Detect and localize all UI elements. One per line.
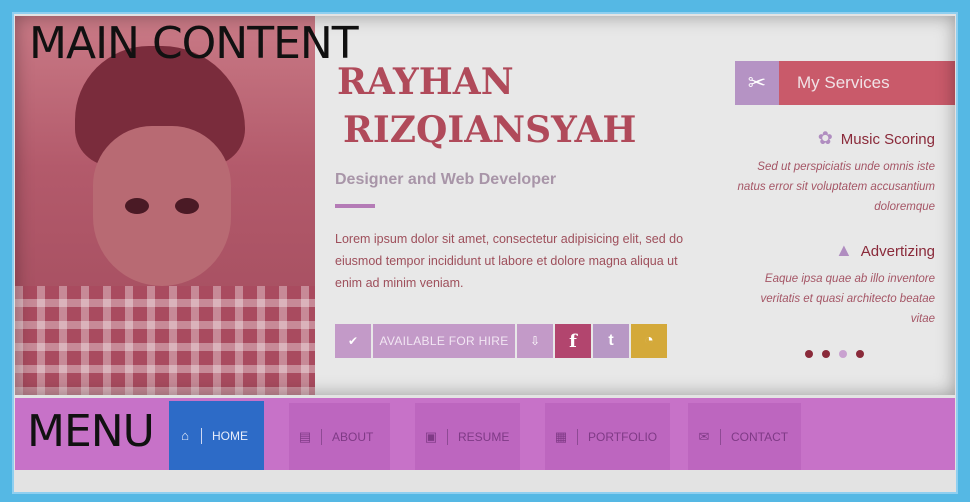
profile-description: Lorem ipsum dolor sit amet, consectetur … [335, 232, 684, 290]
tools-icon: ✂ [735, 61, 779, 105]
slider-dots [805, 350, 864, 358]
divider [335, 204, 375, 208]
nav-about[interactable]: ▤ ABOUT [289, 403, 390, 470]
main-content: RAYHAN RIZQIANSYAH Designer and Web Deve… [15, 16, 955, 395]
music-icon: ✿ [817, 128, 833, 148]
nav-label: ABOUT [332, 429, 374, 444]
nav-label: CONTACT [731, 429, 789, 444]
first-name: RAYHAN [337, 61, 514, 103]
service-item: ▲ Advertizing Eaque ipsa quae ab illo inv… [735, 240, 935, 329]
portfolio-icon: ▦ [554, 428, 568, 444]
service-title: Advertizing [860, 243, 935, 260]
action-bar: ✔ AVAILABLE FOR HIRE ⇩ f t ◔ [335, 324, 667, 358]
services-title: My Services [797, 73, 890, 92]
services-header: ✂ My Services [735, 61, 955, 105]
facebook-icon[interactable]: f [555, 324, 591, 358]
service-title: Music Scoring [840, 131, 935, 148]
profile-photo [15, 16, 315, 395]
main-content-label: MAIN CONTENT [29, 18, 359, 69]
slider-dot[interactable] [805, 350, 813, 358]
nav-contact[interactable]: ✉ CONTACT [688, 403, 801, 470]
rss-icon[interactable]: ◔ [631, 324, 667, 358]
slider-dot[interactable] [839, 350, 847, 358]
download-icon[interactable]: ⇩ [517, 324, 553, 358]
nav-label: PORTFOLIO [588, 429, 658, 444]
about-icon: ▤ [298, 428, 312, 444]
home-icon: ⌂ [181, 428, 189, 443]
profile-role: Designer and Web Developer [335, 171, 557, 188]
service-item: ✿ Music Scoring Sed ut perspiciatis unde … [735, 128, 935, 217]
service-text: Sed ut perspiciatis unde omnis iste natu… [737, 161, 935, 213]
available-for-hire-button[interactable]: AVAILABLE FOR HIRE [373, 324, 515, 358]
nav-portfolio[interactable]: ▦ PORTFOLIO [545, 403, 670, 470]
twitter-icon[interactable]: t [593, 324, 629, 358]
nav-home[interactable]: ⌂ HOME [169, 401, 264, 470]
nav-resume[interactable]: ▣ RESUME [415, 403, 520, 470]
resume-icon: ▣ [424, 428, 438, 444]
menu-bar: MENU ⌂ HOME ▤ ABOUT ▣ RESUME ▦ PORTFOLIO… [15, 398, 955, 470]
advertizing-icon: ▲ [834, 240, 853, 260]
profile-name: RAYHAN RIZQIANSYAH [337, 58, 636, 154]
service-text: Eaque ipsa quae ab illo inventore verita… [760, 273, 935, 325]
slider-dot[interactable] [822, 350, 830, 358]
check-icon[interactable]: ✔ [335, 324, 371, 358]
last-name: RIZQIANSYAH [343, 109, 637, 151]
slider-dot[interactable] [856, 350, 864, 358]
nav-label: RESUME [458, 429, 510, 444]
nav-label: HOME [212, 428, 248, 443]
contact-icon: ✉ [698, 428, 710, 444]
menu-label: MENU [27, 406, 155, 457]
